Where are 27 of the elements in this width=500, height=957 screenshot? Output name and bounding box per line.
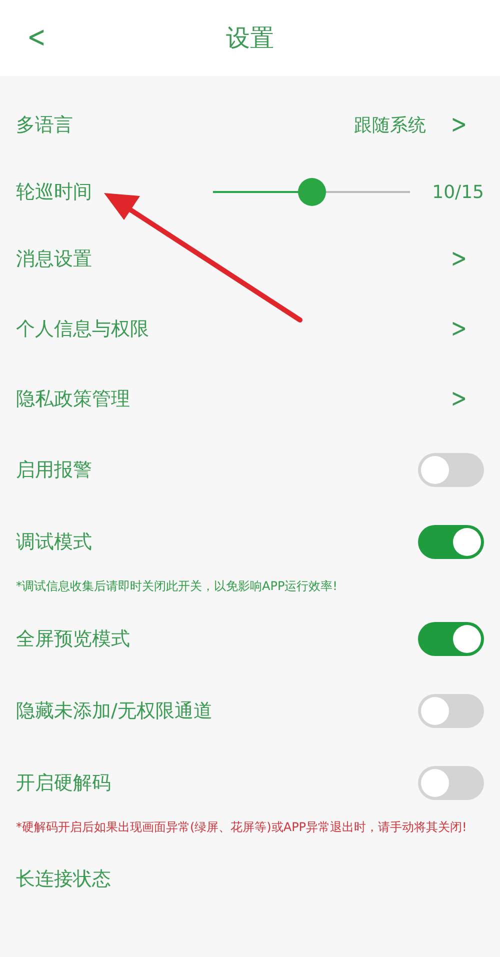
toggle-switch[interactable] [418,453,484,487]
setting-label: 消息设置 [16,246,92,272]
chevron-button[interactable]: > [450,386,480,412]
back-button[interactable]: < [27,23,46,53]
setting-label: 多语言 [16,112,73,138]
slider-reading: 10/15 [432,180,484,204]
setting-label: 隐私政策管理 [16,386,130,412]
slider-thumb[interactable] [298,178,326,206]
setting-label: 轮巡时间 [16,180,93,205]
setting-value: 跟随系统 [354,114,426,138]
toggle-switch[interactable] [418,766,484,800]
chevron-button[interactable]: > [450,316,480,342]
page-title: 设置 [226,23,274,54]
toggle-switch[interactable] [418,622,484,656]
chevron-button[interactable]: > [450,246,480,272]
setting-label: 开启硬解码 [16,770,111,796]
setting-label: 全屏预览模式 [16,626,130,652]
setting-label: 调试模式 [16,530,92,555]
toggle-switch[interactable] [418,525,484,559]
setting-label: 长连接状态 [16,866,111,892]
setting-label: 个人信息与权限 [16,316,149,342]
note-text: *硬解码开启后如果出现画面异常(绿屏、花屏等)或APP异常退出时，请手动将其关闭! [16,819,468,836]
setting-label: 启用报警 [16,458,92,483]
toggle-switch[interactable] [418,694,484,728]
setting-label: 隐藏未添加/无权限通道 [16,698,212,724]
note-text: *调试信息收集后请即时关闭此开关，以免影响APP运行效率! [16,578,338,595]
chevron-button[interactable]: > [450,112,480,138]
